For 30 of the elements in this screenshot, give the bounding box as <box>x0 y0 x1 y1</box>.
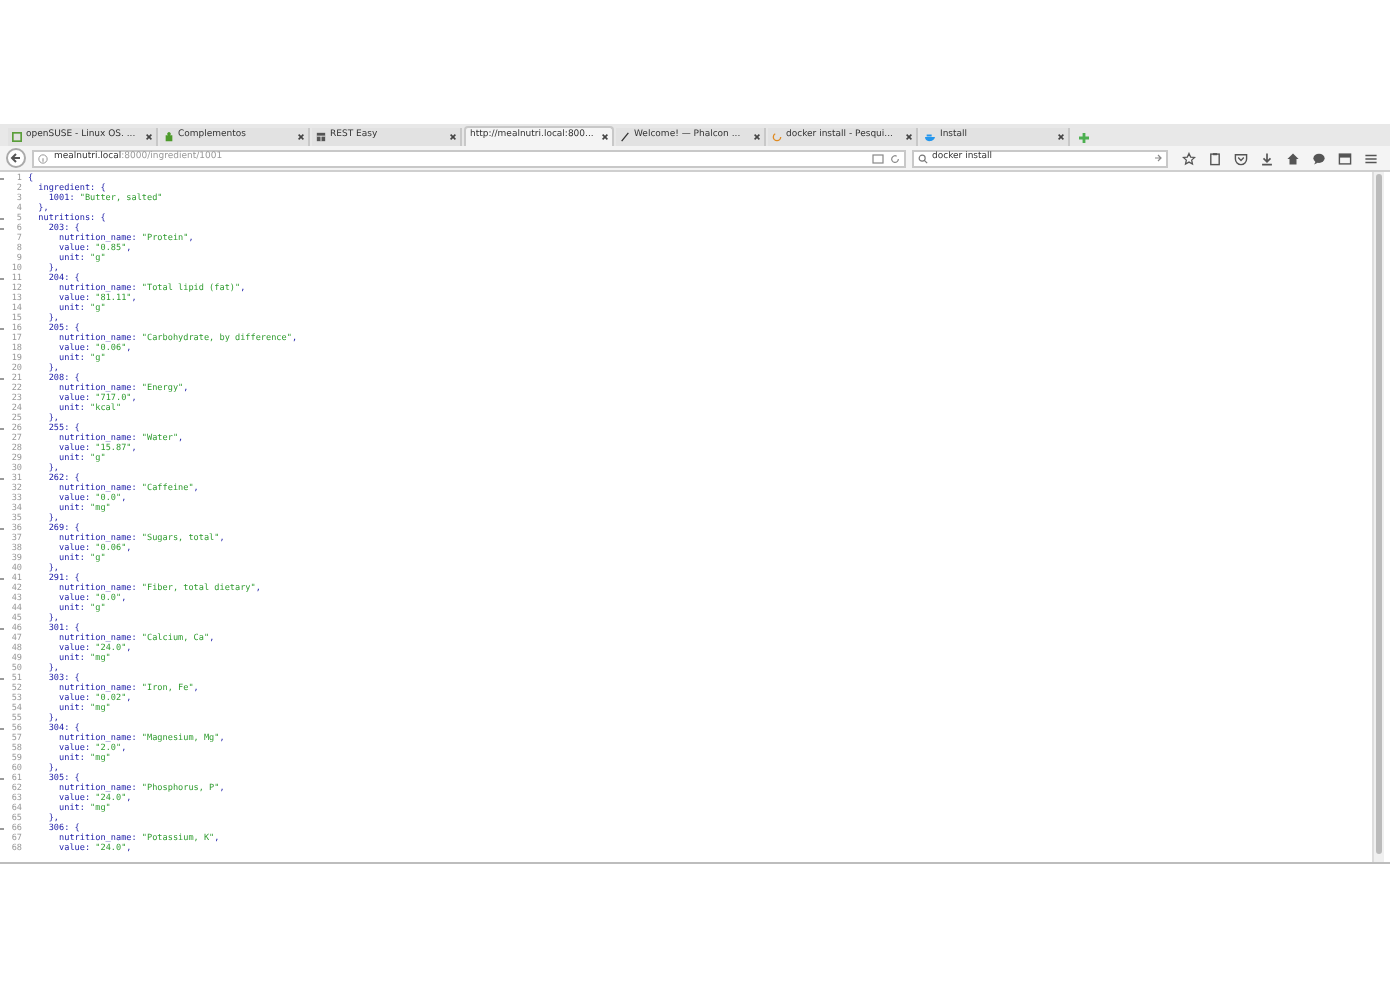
close-icon[interactable] <box>1058 134 1064 140</box>
square-icon <box>12 132 22 142</box>
whale-icon <box>924 132 936 142</box>
back-button[interactable] <box>6 148 26 168</box>
close-icon[interactable] <box>906 134 912 140</box>
close-icon[interactable] <box>146 134 152 140</box>
puzzle-icon <box>164 132 174 142</box>
clipboard-icon[interactable] <box>1208 151 1222 165</box>
reload-icon[interactable] <box>890 153 900 163</box>
download-icon[interactable] <box>1260 151 1274 165</box>
close-icon[interactable] <box>450 134 456 140</box>
close-icon[interactable] <box>754 134 760 140</box>
close-icon[interactable] <box>298 134 304 140</box>
reader-view-icon[interactable] <box>872 153 884 163</box>
info-icon <box>38 153 48 163</box>
back-arrow-icon <box>10 152 22 164</box>
close-icon[interactable] <box>602 134 608 140</box>
chat-icon[interactable] <box>1312 151 1326 165</box>
grid-icon <box>316 132 326 142</box>
pocket-icon[interactable] <box>1234 151 1248 165</box>
scrollbar[interactable] <box>1372 172 1384 862</box>
arrow-icon[interactable] <box>1154 154 1162 162</box>
spinner-icon <box>772 132 782 142</box>
home-icon[interactable] <box>1286 151 1300 165</box>
search-icon <box>918 153 928 163</box>
sidebar-icon[interactable] <box>1338 151 1352 165</box>
star-icon[interactable] <box>1182 151 1196 165</box>
feather-icon <box>620 132 630 142</box>
menu-icon[interactable] <box>1364 151 1378 165</box>
new-tab-icon[interactable] <box>1078 131 1090 143</box>
